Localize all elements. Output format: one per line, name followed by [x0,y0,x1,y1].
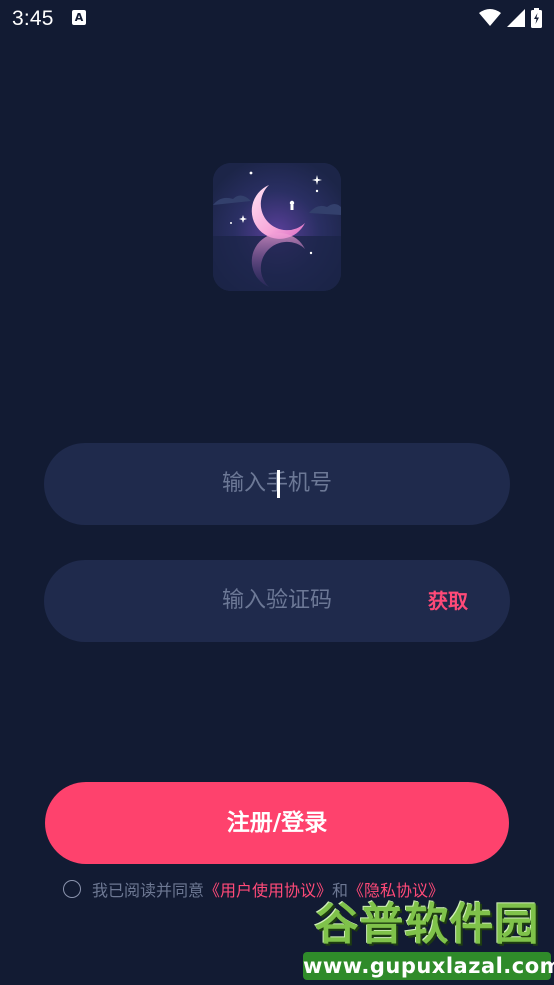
agreement-prefix: 我已阅读并同意 [92,881,205,900]
watermark-title: 谷普软件园 [314,899,540,950]
notification-a-icon: A [72,10,86,25]
text-cursor [277,470,280,498]
app-logo [213,163,341,291]
battery-charging-icon [531,8,542,28]
wifi-icon [479,9,501,26]
site-watermark: 谷普软件园 www.gupuxlazal.com [303,896,554,982]
cellular-signal-icon [507,9,525,27]
status-icons [479,7,542,29]
status-time: 3:45 [12,7,54,30]
status-bar: 3:45 A [0,0,554,38]
register-login-button[interactable]: 注册/登录 [45,782,509,864]
get-code-button[interactable]: 获取 [428,560,468,642]
verification-code-input[interactable]: 输入验证码 获取 [44,560,510,642]
watermark-url: www.gupuxlazal.com [303,952,554,980]
agree-radio-button[interactable] [63,880,81,898]
